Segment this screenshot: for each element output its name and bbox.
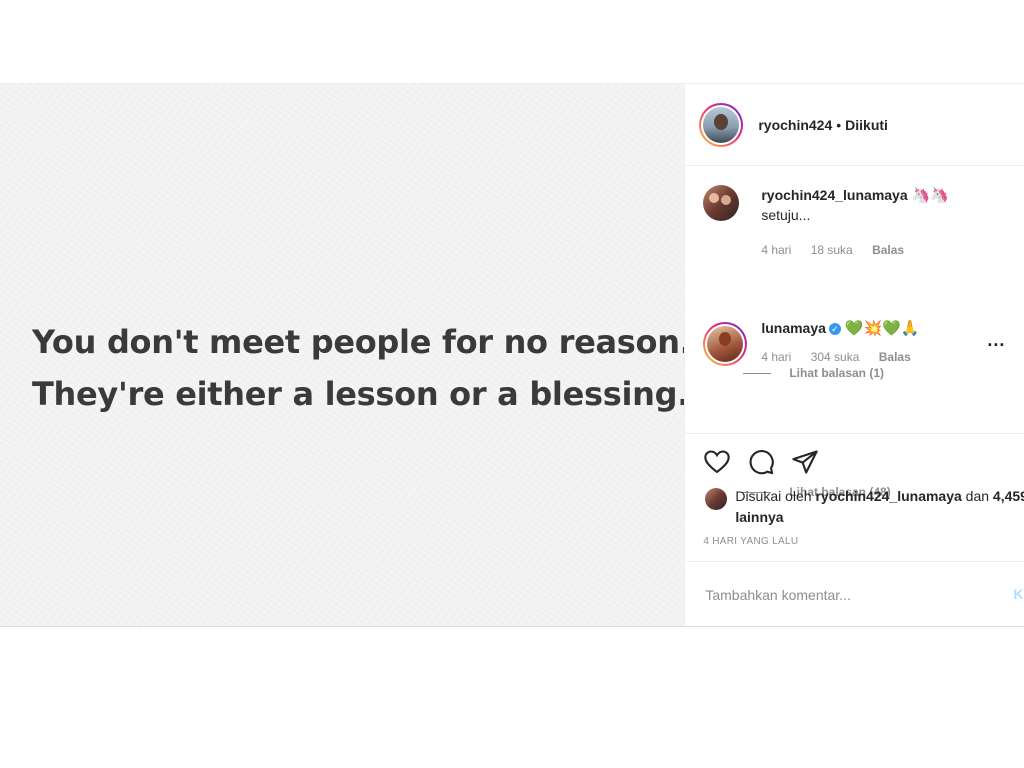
comment-likes[interactable]: 18 suka <box>811 243 853 257</box>
avatar[interactable] <box>703 106 740 143</box>
action-bar <box>703 448 819 476</box>
comment-meta: 4 hari 18 suka Balas <box>761 243 1021 257</box>
comment-input[interactable] <box>703 584 998 606</box>
comment-username[interactable]: lunamaya <box>761 320 826 336</box>
post-timestamp[interactable]: 4 HARI YANG LALU <box>703 536 798 547</box>
likes-joiner: dan <box>965 488 990 504</box>
header-username[interactable]: ryochin424 <box>758 117 832 133</box>
reply-button[interactable]: Balas <box>872 243 904 257</box>
comment-likes[interactable]: 304 suka <box>811 350 860 364</box>
heart-icon[interactable] <box>703 448 731 476</box>
quote-line-2: They're either a lesson or a blessing. <box>32 375 685 413</box>
comments-list: ryochin424_lunamaya 🦄🦄 setuju... 4 hari … <box>685 167 1024 499</box>
comment-emojis: 🦄🦄 <box>911 186 949 204</box>
quote-line-1: You don't meet people for no reason. <box>32 323 685 361</box>
post-image[interactable]: You don't meet people for no reason. The… <box>0 84 685 626</box>
story-ring[interactable] <box>699 102 744 147</box>
likes-prefix: Disukai oleh <box>735 488 812 504</box>
reply-button[interactable]: Balas <box>879 350 911 364</box>
more-icon[interactable]: ... <box>987 330 1005 351</box>
comment-time[interactable]: 4 hari <box>761 243 791 257</box>
quote-text: You don't meet people for no reason. The… <box>32 316 684 420</box>
comment-username[interactable]: ryochin424_lunamaya <box>761 187 907 203</box>
comment-text: ryochin424_lunamaya 🦄🦄 <box>761 185 1021 205</box>
post-comment-button[interactable]: Kirim <box>1013 586 1024 602</box>
comment-message: setuju... <box>761 207 811 223</box>
replies-divider <box>743 373 772 375</box>
comment-time[interactable]: 4 hari <box>761 350 791 364</box>
share-icon[interactable] <box>791 448 819 476</box>
comment-body: lunamaya ✓ 💚💥💚🙏 4 hari 304 suka Balas <box>761 318 1021 364</box>
header-separator: • <box>836 116 842 133</box>
comment-meta: 4 hari 304 suka Balas <box>761 350 1021 364</box>
verified-icon: ✓ <box>828 323 841 335</box>
liker-avatar[interactable] <box>705 488 728 510</box>
view-replies-button[interactable]: Lihat balasan (1) <box>743 366 884 380</box>
header-user-info: ryochin424 • Diikuti <box>758 117 888 133</box>
liker-username[interactable]: ryochin424_lunamaya <box>815 488 961 504</box>
post-card: You don't meet people for no reason. The… <box>0 83 1024 627</box>
comment-icon[interactable] <box>747 448 775 476</box>
post-header: ryochin424 • Diikuti <box>685 84 1024 166</box>
post-sidebar: ryochin424 • Diikuti ryochin424_lunamaya 🦄… <box>684 84 1024 626</box>
add-comment-bar: Kirim <box>685 561 1024 626</box>
comment-avatar[interactable] <box>707 326 744 362</box>
story-ring[interactable] <box>703 322 748 366</box>
comment-emojis: 💚💥💚🙏 <box>844 319 920 337</box>
comment-body: ryochin424_lunamaya 🦄🦄 setuju... 4 hari … <box>761 185 1021 257</box>
comment-text: lunamaya ✓ 💚💥💚🙏 <box>761 318 1021 338</box>
follow-status-button[interactable]: Diikuti <box>845 117 888 133</box>
post-actions-section: Disukai oleh ryochin424_lunamaya dan 4,4… <box>685 433 1024 562</box>
likes-text: Disukai oleh ryochin424_lunamaya dan 4,4… <box>735 486 1024 528</box>
comment-avatar[interactable] <box>703 185 740 221</box>
view-replies-label: Lihat balasan (1) <box>789 366 885 380</box>
